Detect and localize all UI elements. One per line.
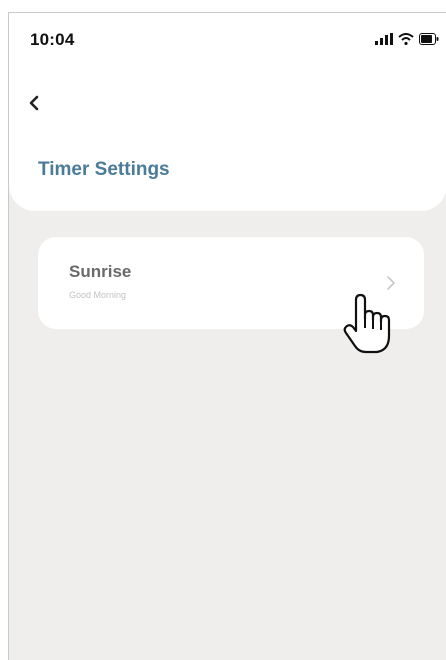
timer-title: Sunrise xyxy=(69,262,132,281)
header-panel: 10:04 Timer Settings xyxy=(9,13,446,211)
battery-icon xyxy=(419,33,439,45)
status-icons xyxy=(375,33,439,45)
chevron-left-icon xyxy=(29,95,39,111)
wifi-icon xyxy=(398,33,414,45)
chevron-right-icon xyxy=(387,276,395,290)
page-title: Timer Settings xyxy=(38,159,170,180)
signal-icon xyxy=(375,33,393,45)
hand-pointer-icon xyxy=(343,293,391,354)
back-button[interactable] xyxy=(23,91,47,115)
timer-subtitle: Good Morning xyxy=(69,290,127,300)
status-time: 10:04 xyxy=(30,30,75,49)
